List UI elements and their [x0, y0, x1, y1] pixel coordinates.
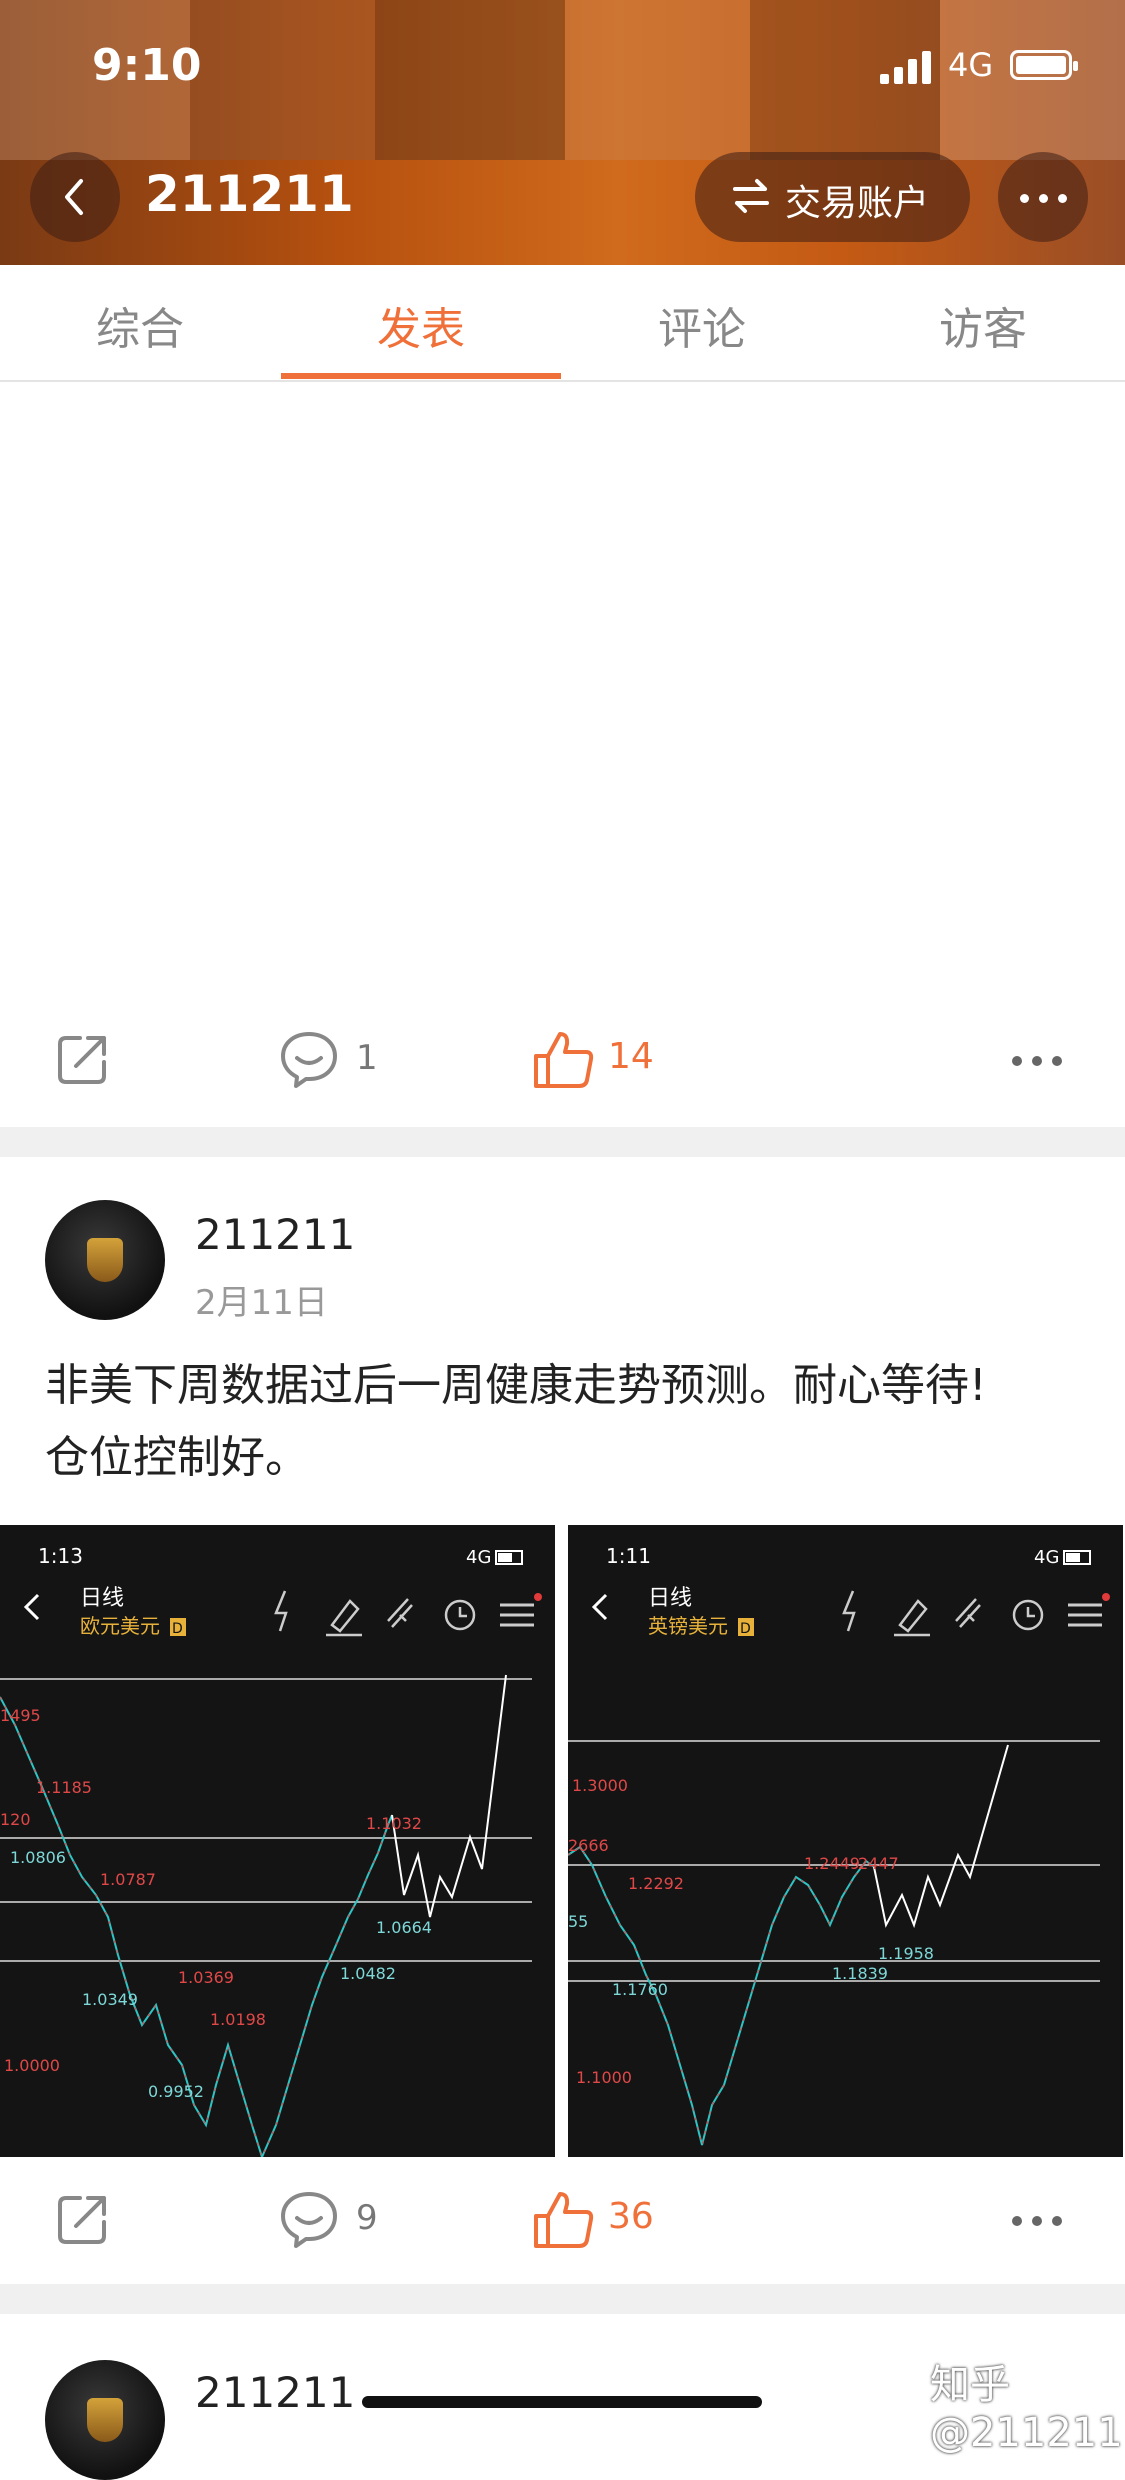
post-text-line: 仓位控制好。 — [45, 1432, 309, 1483]
menu-icon — [500, 1603, 534, 1627]
chart-network: 4G — [466, 1547, 491, 1568]
price-label: 1.0664 — [376, 1918, 432, 1937]
swap-icon — [733, 179, 769, 213]
chart-network: 4G — [1034, 1547, 1059, 1568]
thumbs-up-icon[interactable] — [532, 2188, 596, 2252]
feed-separator — [0, 2284, 1125, 2314]
chart-period: 日线 — [80, 1586, 124, 1611]
price-label: 120 — [0, 1810, 31, 1829]
status-time: 9:10 — [92, 40, 202, 91]
price-label: 1.0349 — [82, 1990, 138, 2009]
price-label: 1.2292 — [628, 1874, 684, 1893]
price-label: 1.3000 — [572, 1776, 628, 1795]
post-action-bar: 9 36 — [0, 2160, 1125, 2280]
price-label: 1.0482 — [340, 1964, 396, 1983]
tab-visitors[interactable]: 访客 — [843, 293, 1123, 357]
forecast-line — [391, 1674, 507, 1918]
chart-period: 日线 — [648, 1586, 692, 1611]
eurusd-chart: 1:13 4G 日线 欧元美元 D 1495 1.1185 120 1.0806… — [0, 1544, 542, 2157]
post-action-bar: 1 14 — [0, 1000, 1125, 1120]
comment-count: 1 — [356, 1038, 378, 1078]
post-text-line: 非美下周数据过后一周健康走势预测。耐心等待! — [45, 1360, 987, 1411]
post-image-eurusd[interactable]: 1:13 4G 日线 欧元美元 D 1495 1.1185 120 1.0806… — [0, 1525, 555, 2157]
share-icon[interactable] — [52, 1030, 112, 1090]
draw-icon — [894, 1599, 930, 1637]
back-button[interactable] — [30, 152, 120, 242]
price-label: 1.0806 — [10, 1848, 66, 1867]
price-label: 1.0000 — [4, 2056, 60, 2075]
feed-separator — [0, 1127, 1125, 1157]
trend-tool-icon — [955, 1598, 981, 1628]
draw-icon — [326, 1599, 362, 1637]
tab-overview[interactable]: 综合 — [0, 293, 280, 357]
share-icon[interactable] — [52, 2190, 112, 2250]
active-tab-indicator — [281, 373, 561, 379]
price-label: 1.0787 — [100, 1870, 156, 1889]
chart-back-icon — [23, 1593, 40, 1621]
avatar[interactable] — [45, 2360, 165, 2480]
trade-account-button[interactable]: 交易账户 — [695, 152, 970, 242]
forecast-line — [873, 1744, 1009, 1929]
price-label: 1.0198 — [210, 2010, 266, 2029]
menu-icon — [1068, 1603, 1102, 1627]
trend-tool-icon — [387, 1598, 413, 1628]
flash-icon — [842, 1590, 856, 1632]
price-label: 1.1839 — [832, 1964, 888, 1983]
price-label: 1.0369 — [178, 1968, 234, 1987]
comment-icon[interactable] — [278, 1028, 340, 1090]
flash-icon — [274, 1590, 288, 1632]
network-label: 4G — [948, 46, 994, 84]
battery-icon — [1010, 50, 1078, 80]
home-indicator[interactable] — [362, 2396, 762, 2408]
post-image-gbpusd[interactable]: 1:11 4G 日线 英镑美元 D 1.3000 2666 1.2292 55 … — [568, 1525, 1123, 2157]
chart-symbol: 英镑美元 — [648, 1614, 728, 1638]
price-label: 0.9952 — [148, 2082, 204, 2101]
trade-account-label: 交易账户 — [785, 183, 930, 224]
tab-comments[interactable]: 评论 — [562, 293, 842, 357]
price-label: 1.1958 — [878, 1944, 934, 1963]
price-label: 1.2449 — [804, 1854, 860, 1873]
watermark: 知乎 @211211 — [930, 2362, 1123, 2456]
profile-header: 9:10 4G 211211 交易账户 — [0, 0, 1125, 265]
chart-badge: D — [172, 1621, 183, 1637]
chart-time: 1:11 — [606, 1544, 651, 1568]
signal-icon — [880, 50, 936, 84]
price-label: 2666 — [568, 1836, 609, 1855]
price-label: 1.1000 — [576, 2068, 632, 2087]
like-count: 36 — [608, 2196, 654, 2237]
chart-back-icon — [591, 1593, 608, 1621]
thumbs-up-icon[interactable] — [532, 1028, 596, 1092]
chart-symbol: 欧元美元 — [80, 1614, 160, 1638]
price-label: 2447 — [858, 1854, 899, 1873]
status-bar: 9:10 4G — [0, 40, 1125, 100]
comment-count: 9 — [356, 2198, 378, 2238]
chart-badge: D — [740, 1621, 751, 1637]
page-title: 211211 — [145, 165, 354, 223]
tab-bar: 综合 发表 评论 访客 — [0, 265, 1125, 382]
avatar[interactable] — [45, 1200, 165, 1320]
gbpusd-chart: 1:11 4G 日线 英镑美元 D 1.3000 2666 1.2292 55 … — [568, 1544, 1110, 2146]
chevron-left-icon — [65, 179, 83, 215]
post-text[interactable]: 非美下周数据过后一周健康走势预测。耐心等待! 仓位控制好。 — [45, 1350, 1085, 1494]
comment-icon[interactable] — [278, 2188, 340, 2250]
price-label: 1.1185 — [36, 1778, 92, 1797]
price-label: 1.1032 — [366, 1814, 422, 1833]
author-name[interactable]: 211211 — [195, 2368, 355, 2417]
chart-time: 1:13 — [38, 1544, 83, 1568]
tab-posts[interactable]: 发表 — [281, 293, 561, 357]
price-label: 1.1760 — [612, 1980, 668, 1999]
author-name[interactable]: 211211 — [195, 1210, 355, 1259]
price-label: 1495 — [0, 1706, 41, 1725]
price-label: 55 — [568, 1912, 588, 1931]
like-count: 14 — [608, 1036, 654, 1077]
post-date: 2月11日 — [195, 1283, 328, 1323]
more-options-button[interactable] — [998, 152, 1088, 242]
